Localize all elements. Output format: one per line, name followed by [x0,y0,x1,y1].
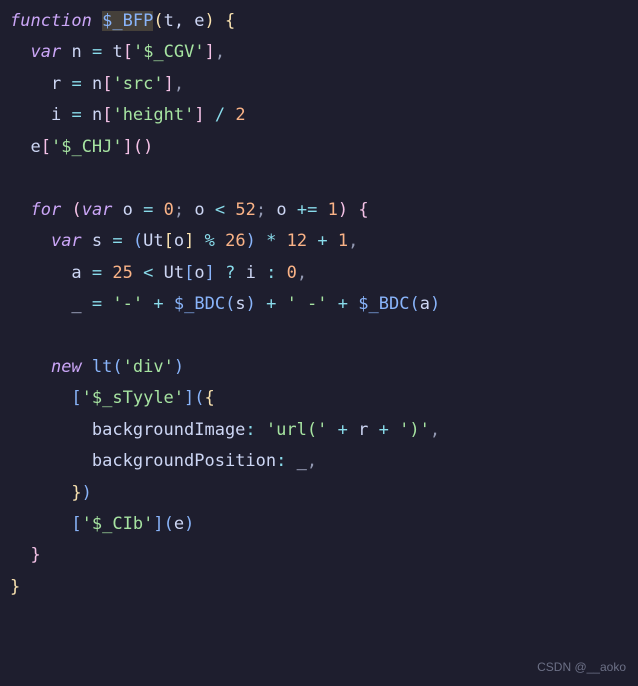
watermark: CSDN @__aoko [537,656,626,678]
keyword-function: function [10,11,92,31]
line-14: backgroundImage: 'url(' + r + ')', [10,420,440,440]
function-name: $_BFP [102,11,153,31]
line-19: } [10,577,20,597]
line-4: i = n['height'] / 2 [10,105,246,125]
line-12: new lt('div') [10,357,184,377]
line-3: r = n['src'], [10,74,184,94]
line-16: }) [10,483,92,503]
line-9: a = 25 < Ut[o] ? i : 0, [10,263,307,283]
line-18: } [10,545,41,565]
line-2: var n = t['$_CGV'], [10,42,225,62]
line-7: for (var o = 0; o < 52; o += 1) { [10,200,369,220]
line-15: backgroundPosition: _, [10,451,317,471]
line-5: e['$_CHJ']() [10,137,153,157]
code-block: function $_BFP(t, e) { var n = t['$_CGV'… [0,0,638,609]
line-10: _ = '-' + $_BDC(s) + ' -' + $_BDC(a) [10,294,440,314]
line-1: function $_BFP(t, e) { [10,11,235,31]
line-17: ['$_CIb'](e) [10,514,194,534]
line-13: ['$_sTyyle']({ [10,388,215,408]
line-8: var s = (Ut[o] % 26) * 12 + 1, [10,231,358,251]
